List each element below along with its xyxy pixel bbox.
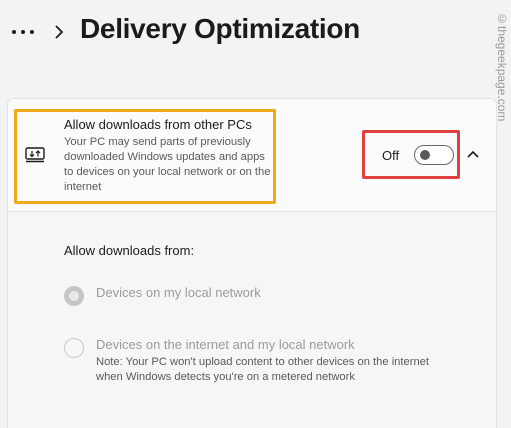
chevron-right-icon — [55, 25, 64, 39]
page-title: Delivery Optimization — [80, 13, 360, 44]
radio-local-network[interactable] — [64, 286, 84, 306]
option-internet-local-label: Devices on the internet and my local net… — [96, 337, 355, 352]
chevron-up-icon[interactable] — [466, 148, 480, 160]
option-local-network-label: Devices on my local network — [96, 285, 261, 300]
annotation-highlight-red — [362, 130, 460, 179]
radio-internet-and-local[interactable] — [64, 338, 84, 358]
option-internet-local-note: Note: Your PC won't upload content to ot… — [96, 356, 430, 383]
ellipsis-icon[interactable] — [10, 22, 36, 42]
top-bar: Delivery Optimization — [0, 0, 511, 70]
annotation-highlight-orange — [14, 109, 276, 204]
watermark: ©thegeekpage.com — [495, 12, 509, 122]
downloads-from-label: Allow downloads from: — [64, 243, 195, 258]
